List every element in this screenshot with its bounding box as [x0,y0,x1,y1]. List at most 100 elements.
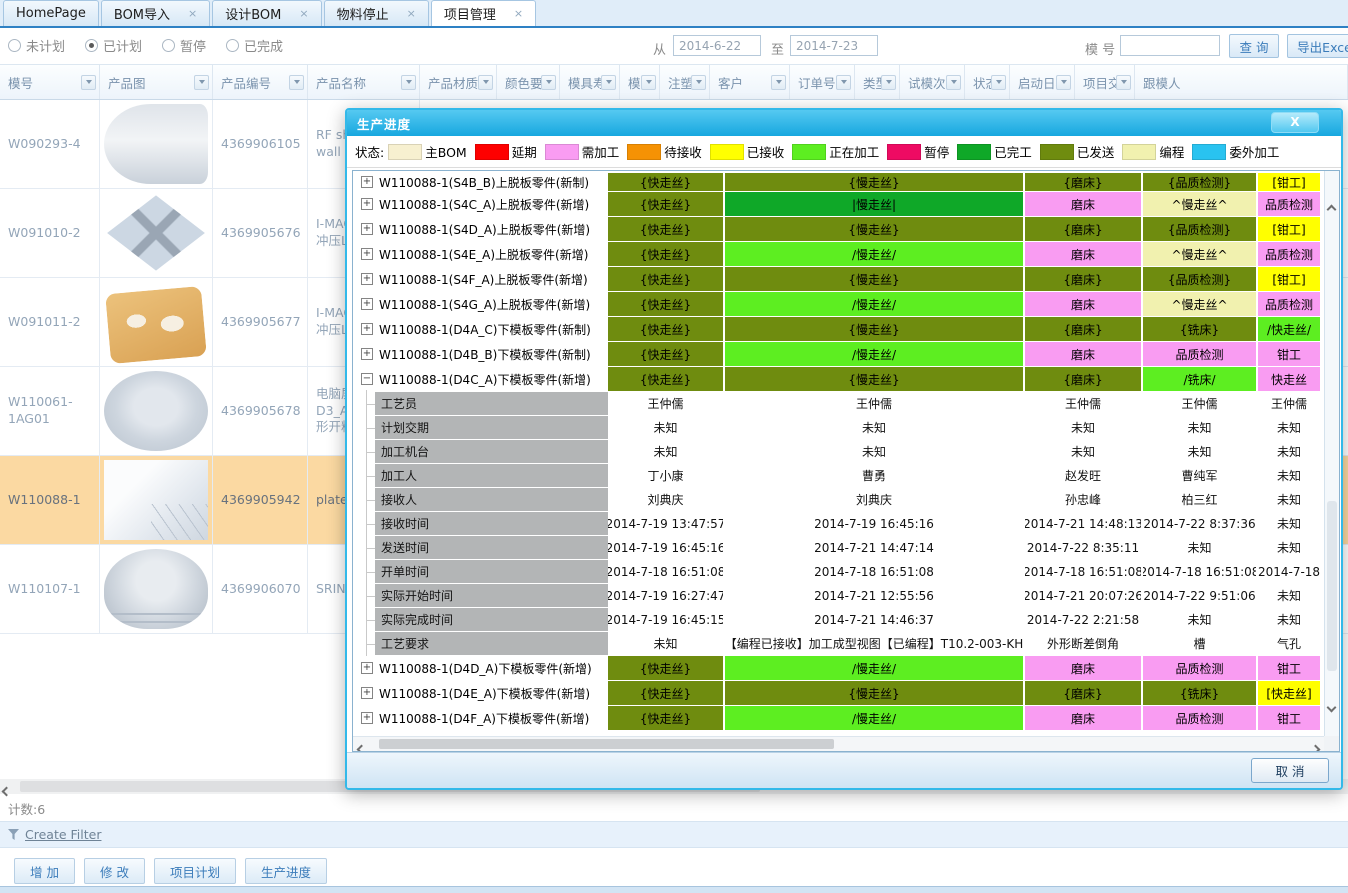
column-header[interactable]: 试模次数 [900,65,965,99]
expand-toggle-icon[interactable]: + [361,348,373,360]
column-header[interactable]: 订单号 [790,65,855,99]
process-step-cell[interactable]: 品质检测 [1258,192,1320,216]
scroll-left-icon[interactable] [358,741,365,752]
process-step-cell[interactable]: {品质检测} [1143,173,1256,191]
column-filter-button[interactable] [478,75,493,90]
column-filter-button[interactable] [81,75,96,90]
process-step-cell[interactable]: {快走丝} [608,217,723,241]
column-filter-button[interactable] [881,75,896,90]
action-button[interactable]: 生产进度 [245,858,327,884]
mold-number-input[interactable] [1120,35,1220,56]
process-step-cell[interactable]: {快走丝} [608,173,723,191]
process-step-cell[interactable]: {快走丝} [608,292,723,316]
scroll-up-icon[interactable] [1328,201,1335,216]
process-step-cell[interactable]: {快走丝} [608,706,723,730]
tab-close-icon[interactable]: × [299,8,308,19]
export-excel-button[interactable]: 导出Exce [1287,34,1348,58]
process-step-cell[interactable]: 快走丝 [1258,367,1320,391]
column-filter-button[interactable] [1056,75,1071,90]
column-filter-button[interactable] [601,75,616,90]
column-filter-button[interactable] [641,75,656,90]
expand-toggle-icon[interactable]: + [361,198,373,210]
process-step-cell[interactable]: [钳工] [1258,173,1320,191]
date-from-input[interactable] [673,35,761,56]
tab[interactable]: BOM导入 × [101,0,210,26]
column-header[interactable]: 启动日期 [1010,65,1075,99]
expand-toggle-icon[interactable]: + [361,298,373,310]
column-header[interactable]: 模穴数 [620,65,660,99]
process-step-cell[interactable]: {慢走丝} [725,317,1023,341]
column-header[interactable]: 状态 [965,65,1010,99]
process-step-cell[interactable]: {磨床} [1025,217,1141,241]
process-step-cell[interactable]: {快走丝} [608,317,723,341]
expand-toggle-icon[interactable]: + [361,323,373,335]
process-step-cell[interactable]: 品质检测 [1258,242,1320,266]
process-step-cell[interactable]: 品质检测 [1143,656,1256,680]
status-radio[interactable]: 已完成 [226,36,283,55]
process-step-cell[interactable]: {快走丝} [608,267,723,291]
process-step-cell[interactable]: {慢走丝} [725,267,1023,291]
dialog-titlebar[interactable]: 生产进度 X [347,110,1341,136]
process-step-cell[interactable]: {磨床} [1025,173,1141,191]
process-step-cell[interactable]: /快走丝/ [1258,317,1320,341]
column-header[interactable]: 产品编号 [213,65,308,99]
expand-toggle-icon[interactable]: − [361,373,373,385]
process-step-cell[interactable]: {快走丝} [608,342,723,366]
action-button[interactable]: 增 加 [14,858,75,884]
process-step-cell[interactable]: 磨床 [1025,292,1141,316]
process-step-cell[interactable]: [钳工] [1258,267,1320,291]
status-radio[interactable]: 未计划 [8,36,65,55]
grid-horizontal-scrollbar[interactable] [353,736,1324,751]
close-icon[interactable]: X [1271,112,1319,133]
expand-toggle-icon[interactable]: + [361,223,373,235]
process-step-cell[interactable]: {品质检测} [1143,267,1256,291]
process-step-cell[interactable]: {慢走丝} [725,217,1023,241]
process-step-cell[interactable]: 钳工 [1258,706,1320,730]
column-header[interactable]: 产品材质 [420,65,497,99]
process-step-cell[interactable]: {快走丝} [608,367,723,391]
process-step-cell[interactable]: 钳工 [1258,342,1320,366]
tab[interactable]: 项目管理 × [431,0,536,26]
column-filter-button[interactable] [194,75,209,90]
process-step-cell[interactable]: 磨床 [1025,342,1141,366]
column-header[interactable]: 模具寿命 [560,65,620,99]
column-header[interactable]: 跟模人 [1135,65,1348,99]
process-step-cell[interactable]: {慢走丝} [725,173,1023,191]
scrollbar-thumb[interactable] [1327,501,1337,671]
tab-close-icon[interactable]: × [188,8,197,19]
date-to-input[interactable] [790,35,878,56]
process-step-cell[interactable]: {慢走丝} [725,681,1023,705]
process-step-cell[interactable]: ^慢走丝^ [1143,192,1256,216]
process-step-cell[interactable]: 磨床 [1025,706,1141,730]
process-step-cell[interactable]: {磨床} [1025,267,1141,291]
column-filter-button[interactable] [691,75,706,90]
search-button[interactable]: 查 询 [1229,34,1279,58]
column-header[interactable]: 类型 [855,65,900,99]
action-button[interactable]: 项目计划 [154,858,236,884]
process-step-cell[interactable]: [快走丝] [1258,681,1320,705]
process-step-cell[interactable]: /慢走丝/ [725,242,1023,266]
process-step-cell[interactable]: /慢走丝/ [725,292,1023,316]
process-step-cell[interactable]: /铣床/ [1143,367,1256,391]
column-filter-button[interactable] [1116,75,1131,90]
column-header[interactable]: 项目交期 [1075,65,1135,99]
process-step-cell[interactable]: {磨床} [1025,317,1141,341]
column-header[interactable]: 注塑机 [660,65,710,99]
expand-toggle-icon[interactable]: + [361,273,373,285]
column-filter-button[interactable] [401,75,416,90]
process-step-cell[interactable]: /慢走丝/ [725,656,1023,680]
column-filter-button[interactable] [991,75,1006,90]
process-step-cell[interactable]: ^慢走丝^ [1143,242,1256,266]
process-step-cell[interactable]: {慢走丝} [725,367,1023,391]
tab[interactable]: 物料停止 × [324,0,429,26]
process-step-cell[interactable]: 钳工 [1258,656,1320,680]
scroll-left-icon[interactable] [3,783,10,798]
expand-toggle-icon[interactable]: + [361,712,373,724]
column-filter-button[interactable] [946,75,961,90]
grid-vertical-scrollbar[interactable] [1324,171,1339,736]
column-header[interactable]: 模号 [0,65,100,99]
tab-close-icon[interactable]: × [514,8,523,19]
process-step-cell[interactable]: {快走丝} [608,656,723,680]
expand-toggle-icon[interactable]: + [361,176,373,188]
process-step-cell[interactable]: ^慢走丝^ [1143,292,1256,316]
